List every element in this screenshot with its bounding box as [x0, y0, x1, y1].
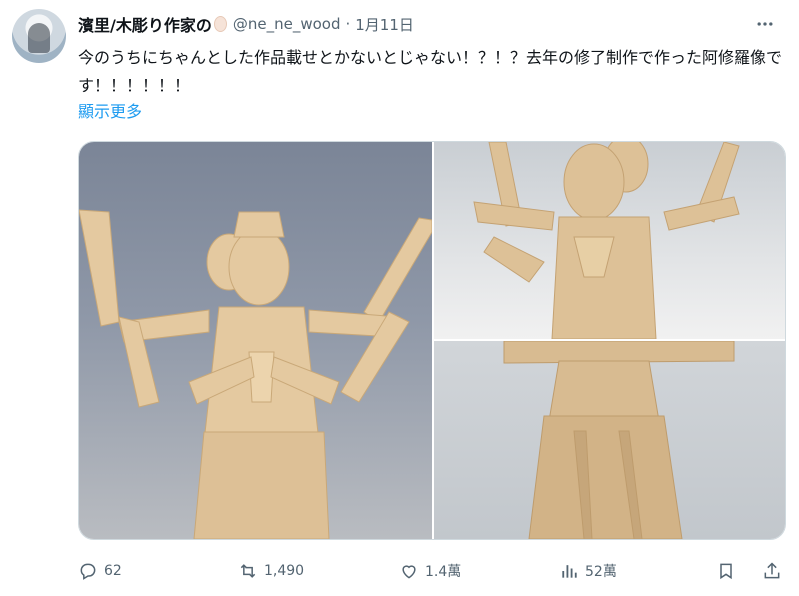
views-button[interactable]: 52萬 — [559, 555, 617, 587]
reply-button[interactable]: 62 — [78, 555, 122, 587]
photo-asura-front[interactable] — [79, 142, 432, 539]
egg-emoji-icon — [213, 16, 227, 32]
photo-asura-upper[interactable] — [434, 142, 785, 339]
share-icon — [764, 562, 780, 579]
author-handle[interactable]: @ne_ne_wood — [233, 15, 341, 33]
reply-count: 62 — [104, 563, 122, 579]
asura-statue-upper-body-icon — [473, 142, 740, 339]
share-button[interactable] — [762, 555, 782, 587]
retweet-count: 1,490 — [264, 563, 305, 579]
view-count: 52萬 — [585, 564, 617, 580]
show-more-link[interactable]: 顯示更多 — [78, 98, 142, 122]
author-display-name[interactable]: 濱里/木彫り作家の — [78, 12, 212, 36]
more-icon — [757, 22, 773, 26]
media-grid — [78, 141, 786, 540]
like-icon — [402, 565, 416, 579]
retweet-icon — [240, 564, 256, 578]
photo-asura-lower[interactable] — [434, 341, 785, 539]
views-icon — [562, 565, 577, 578]
asura-statue-front-icon — [79, 209, 432, 539]
tweet-header: 濱里/木彫り作家の @ne_ne_wood · 1月11日 — [78, 13, 414, 35]
retweet-button[interactable]: 1,490 — [238, 555, 304, 587]
tweet-timestamp[interactable]: 1月11日 — [355, 14, 414, 35]
reply-icon — [80, 563, 96, 580]
like-button[interactable]: 1.4萬 — [399, 555, 461, 587]
like-count: 1.4萬 — [425, 564, 462, 580]
author-avatar[interactable] — [12, 9, 66, 63]
tweet-text: 今のうちにちゃんとした作品載せとかないとじゃない！？！？去年の修了制作で作った阿… — [78, 48, 783, 95]
more-options-button[interactable] — [753, 12, 777, 36]
separator-dot: · — [345, 15, 351, 33]
bookmark-button[interactable] — [716, 555, 736, 587]
asura-statue-lower-body-icon — [503, 341, 735, 539]
action-bar: 62 1,490 1.4萬 52萬 — [78, 555, 788, 587]
bookmark-icon — [720, 563, 732, 580]
